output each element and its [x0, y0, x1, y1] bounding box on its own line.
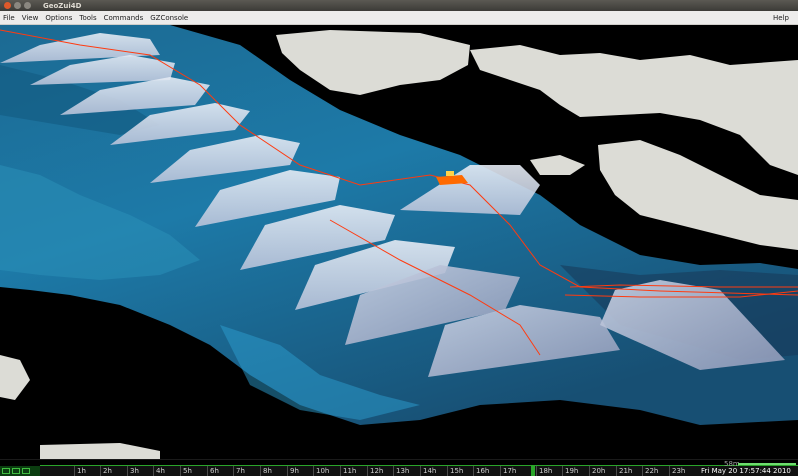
minimize-window-button[interactable] — [14, 2, 21, 9]
tick-label: 10h — [313, 466, 329, 476]
tick-label: 19h — [562, 466, 578, 476]
menu-view[interactable]: View — [22, 14, 39, 22]
tick-label: 11h — [340, 466, 356, 476]
timeline-play-button[interactable] — [2, 468, 10, 474]
tick-label: 2h — [100, 466, 112, 476]
menu-options[interactable]: Options — [45, 14, 72, 22]
tick-label: 17h — [500, 466, 516, 476]
timeline-controls — [0, 466, 40, 476]
menu-gzconsole[interactable]: GZConsole — [150, 14, 188, 22]
tick-label: 1h — [74, 466, 86, 476]
tick-label: 14h — [420, 466, 436, 476]
timeline-loop-button[interactable] — [22, 468, 30, 474]
tick-label: 7h — [233, 466, 245, 476]
maximize-window-button[interactable] — [24, 2, 31, 9]
window-title: GeoZui4D — [43, 1, 82, 10]
timeline-current-marker[interactable] — [531, 466, 535, 476]
timeline-bar[interactable]: 1h 2h 3h 4h 5h 6h 7h 8h 9h 10h 11h 12h 1… — [0, 459, 798, 476]
tick-label: 23h — [669, 466, 685, 476]
tick-label: 6h — [207, 466, 219, 476]
tick-label: 9h — [287, 466, 299, 476]
tick-label: 18h — [536, 466, 552, 476]
tick-label: 12h — [367, 466, 383, 476]
tick-label: 15h — [447, 466, 463, 476]
menu-help[interactable]: Help — [773, 14, 789, 22]
tick-label: 16h — [473, 466, 489, 476]
bathymetry-scene[interactable] — [0, 25, 798, 459]
tick-label: 5h — [180, 466, 192, 476]
tick-label: 21h — [616, 466, 632, 476]
menu-commands[interactable]: Commands — [104, 14, 144, 22]
tick-label: 3h — [127, 466, 139, 476]
tick-label: 13h — [393, 466, 409, 476]
scale-bar — [738, 463, 796, 465]
menu-tools[interactable]: Tools — [79, 14, 96, 22]
title-bar: GeoZui4D — [0, 0, 798, 11]
tick-label: 8h — [260, 466, 272, 476]
menu-file[interactable]: File — [3, 14, 15, 22]
timeline-datetime: Fri May 20 17:57:44 2010 — [698, 466, 798, 476]
menu-bar: File View Options Tools Commands GZConso… — [0, 11, 798, 25]
tick-label: 20h — [589, 466, 605, 476]
timeline-step-button[interactable] — [12, 468, 20, 474]
tick-label: 22h — [642, 466, 658, 476]
tick-label: 4h — [153, 466, 165, 476]
3d-viewport[interactable] — [0, 25, 798, 459]
close-window-button[interactable] — [4, 2, 11, 9]
